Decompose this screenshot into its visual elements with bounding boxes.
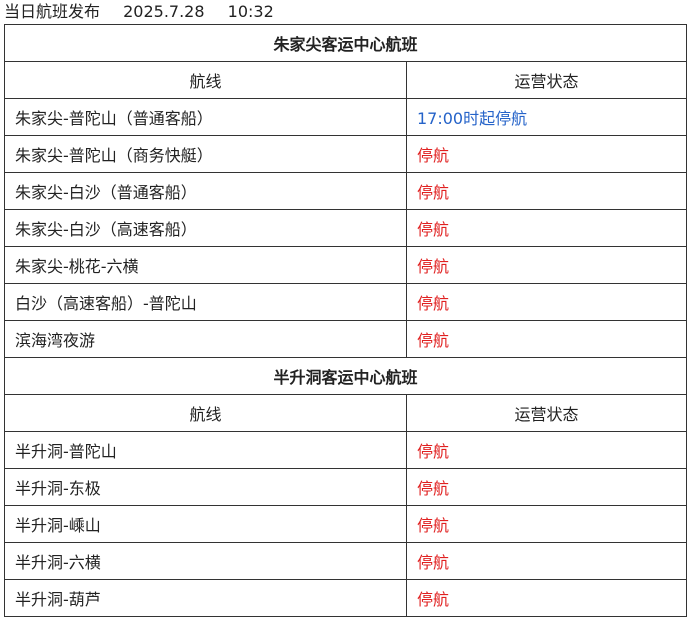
route-cell: 半升洞-六横 <box>4 542 407 580</box>
section-title-row: 半升洞客运中心航班 <box>3 357 688 395</box>
table-row: 半升洞-葫芦 停航 <box>4 579 688 617</box>
column-header-row: 航线 运营状态 <box>4 61 688 99</box>
route-cell: 白沙（高速客船）-普陀山 <box>4 283 407 321</box>
route-cell: 朱家尖-桃花-六横 <box>4 246 407 284</box>
table-row: 朱家尖-白沙（高速客船） 停航 <box>4 209 688 247</box>
route-cell: 朱家尖-白沙（普通客船） <box>4 172 407 210</box>
table-row: 朱家尖-桃花-六横 停航 <box>4 246 688 284</box>
status-cell: 停航 <box>405 320 688 358</box>
table-row: 白沙（高速客船）-普陀山 停航 <box>4 283 688 321</box>
route-cell: 半升洞-东极 <box>4 468 407 506</box>
column-header-row: 航线 运营状态 <box>4 394 688 432</box>
section-title-row: 朱家尖客运中心航班 <box>3 24 688 62</box>
table-row: 半升洞-六横 停航 <box>4 542 688 580</box>
status-cell: 停航 <box>405 542 688 580</box>
column-header-status: 运营状态 <box>405 394 688 432</box>
column-header-route: 航线 <box>4 61 407 99</box>
section-title: 半升洞客运中心航班 <box>3 357 688 395</box>
status-cell: 17:00时起停航 <box>405 98 688 136</box>
status-cell: 停航 <box>405 579 688 617</box>
table-row: 朱家尖-普陀山（商务快艇） 停航 <box>4 135 688 173</box>
status-cell: 停航 <box>405 246 688 284</box>
status-cell: 停航 <box>405 468 688 506</box>
route-cell: 半升洞-嵊山 <box>4 505 407 543</box>
ferry-schedule-table: 朱家尖客运中心航班 航线 运营状态 朱家尖-普陀山（普通客船） 17:00时起停航 朱家尖… <box>3 24 688 617</box>
status-cell: 停航 <box>405 283 688 321</box>
route-cell: 朱家尖-普陀山（商务快艇） <box>4 135 407 173</box>
column-header-status: 运营状态 <box>405 61 688 99</box>
route-cell: 半升洞-葫芦 <box>4 579 407 617</box>
table-row: 半升洞-嵊山 停航 <box>4 505 688 543</box>
table-row: 朱家尖-普陀山（普通客船） 17:00时起停航 <box>4 98 688 136</box>
header-date: 2025.7.28 <box>123 2 205 21</box>
column-header-route: 航线 <box>4 394 407 432</box>
route-cell: 朱家尖-普陀山（普通客船） <box>4 98 407 136</box>
route-cell: 半升洞-普陀山 <box>4 431 407 469</box>
header-time: 10:32 <box>227 2 274 21</box>
status-cell: 停航 <box>405 172 688 210</box>
page-header: 当日航班发布 2025.7.28 10:32 <box>0 0 688 24</box>
table-row: 朱家尖-白沙（普通客船） 停航 <box>4 172 688 210</box>
status-cell: 停航 <box>405 209 688 247</box>
status-cell: 停航 <box>405 505 688 543</box>
table-row: 滨海湾夜游 停航 <box>4 320 688 358</box>
status-cell: 停航 <box>405 431 688 469</box>
table-body: 朱家尖客运中心航班 航线 运营状态 朱家尖-普陀山（普通客船） 17:00时起停航 朱家尖… <box>3 24 688 617</box>
table-row: 半升洞-普陀山 停航 <box>4 431 688 469</box>
table-row: 半升洞-东极 停航 <box>4 468 688 506</box>
header-label: 当日航班发布 <box>4 2 101 21</box>
route-cell: 朱家尖-白沙（高速客船） <box>4 209 407 247</box>
section-title: 朱家尖客运中心航班 <box>3 24 688 62</box>
status-cell: 停航 <box>405 135 688 173</box>
route-cell: 滨海湾夜游 <box>4 320 407 358</box>
